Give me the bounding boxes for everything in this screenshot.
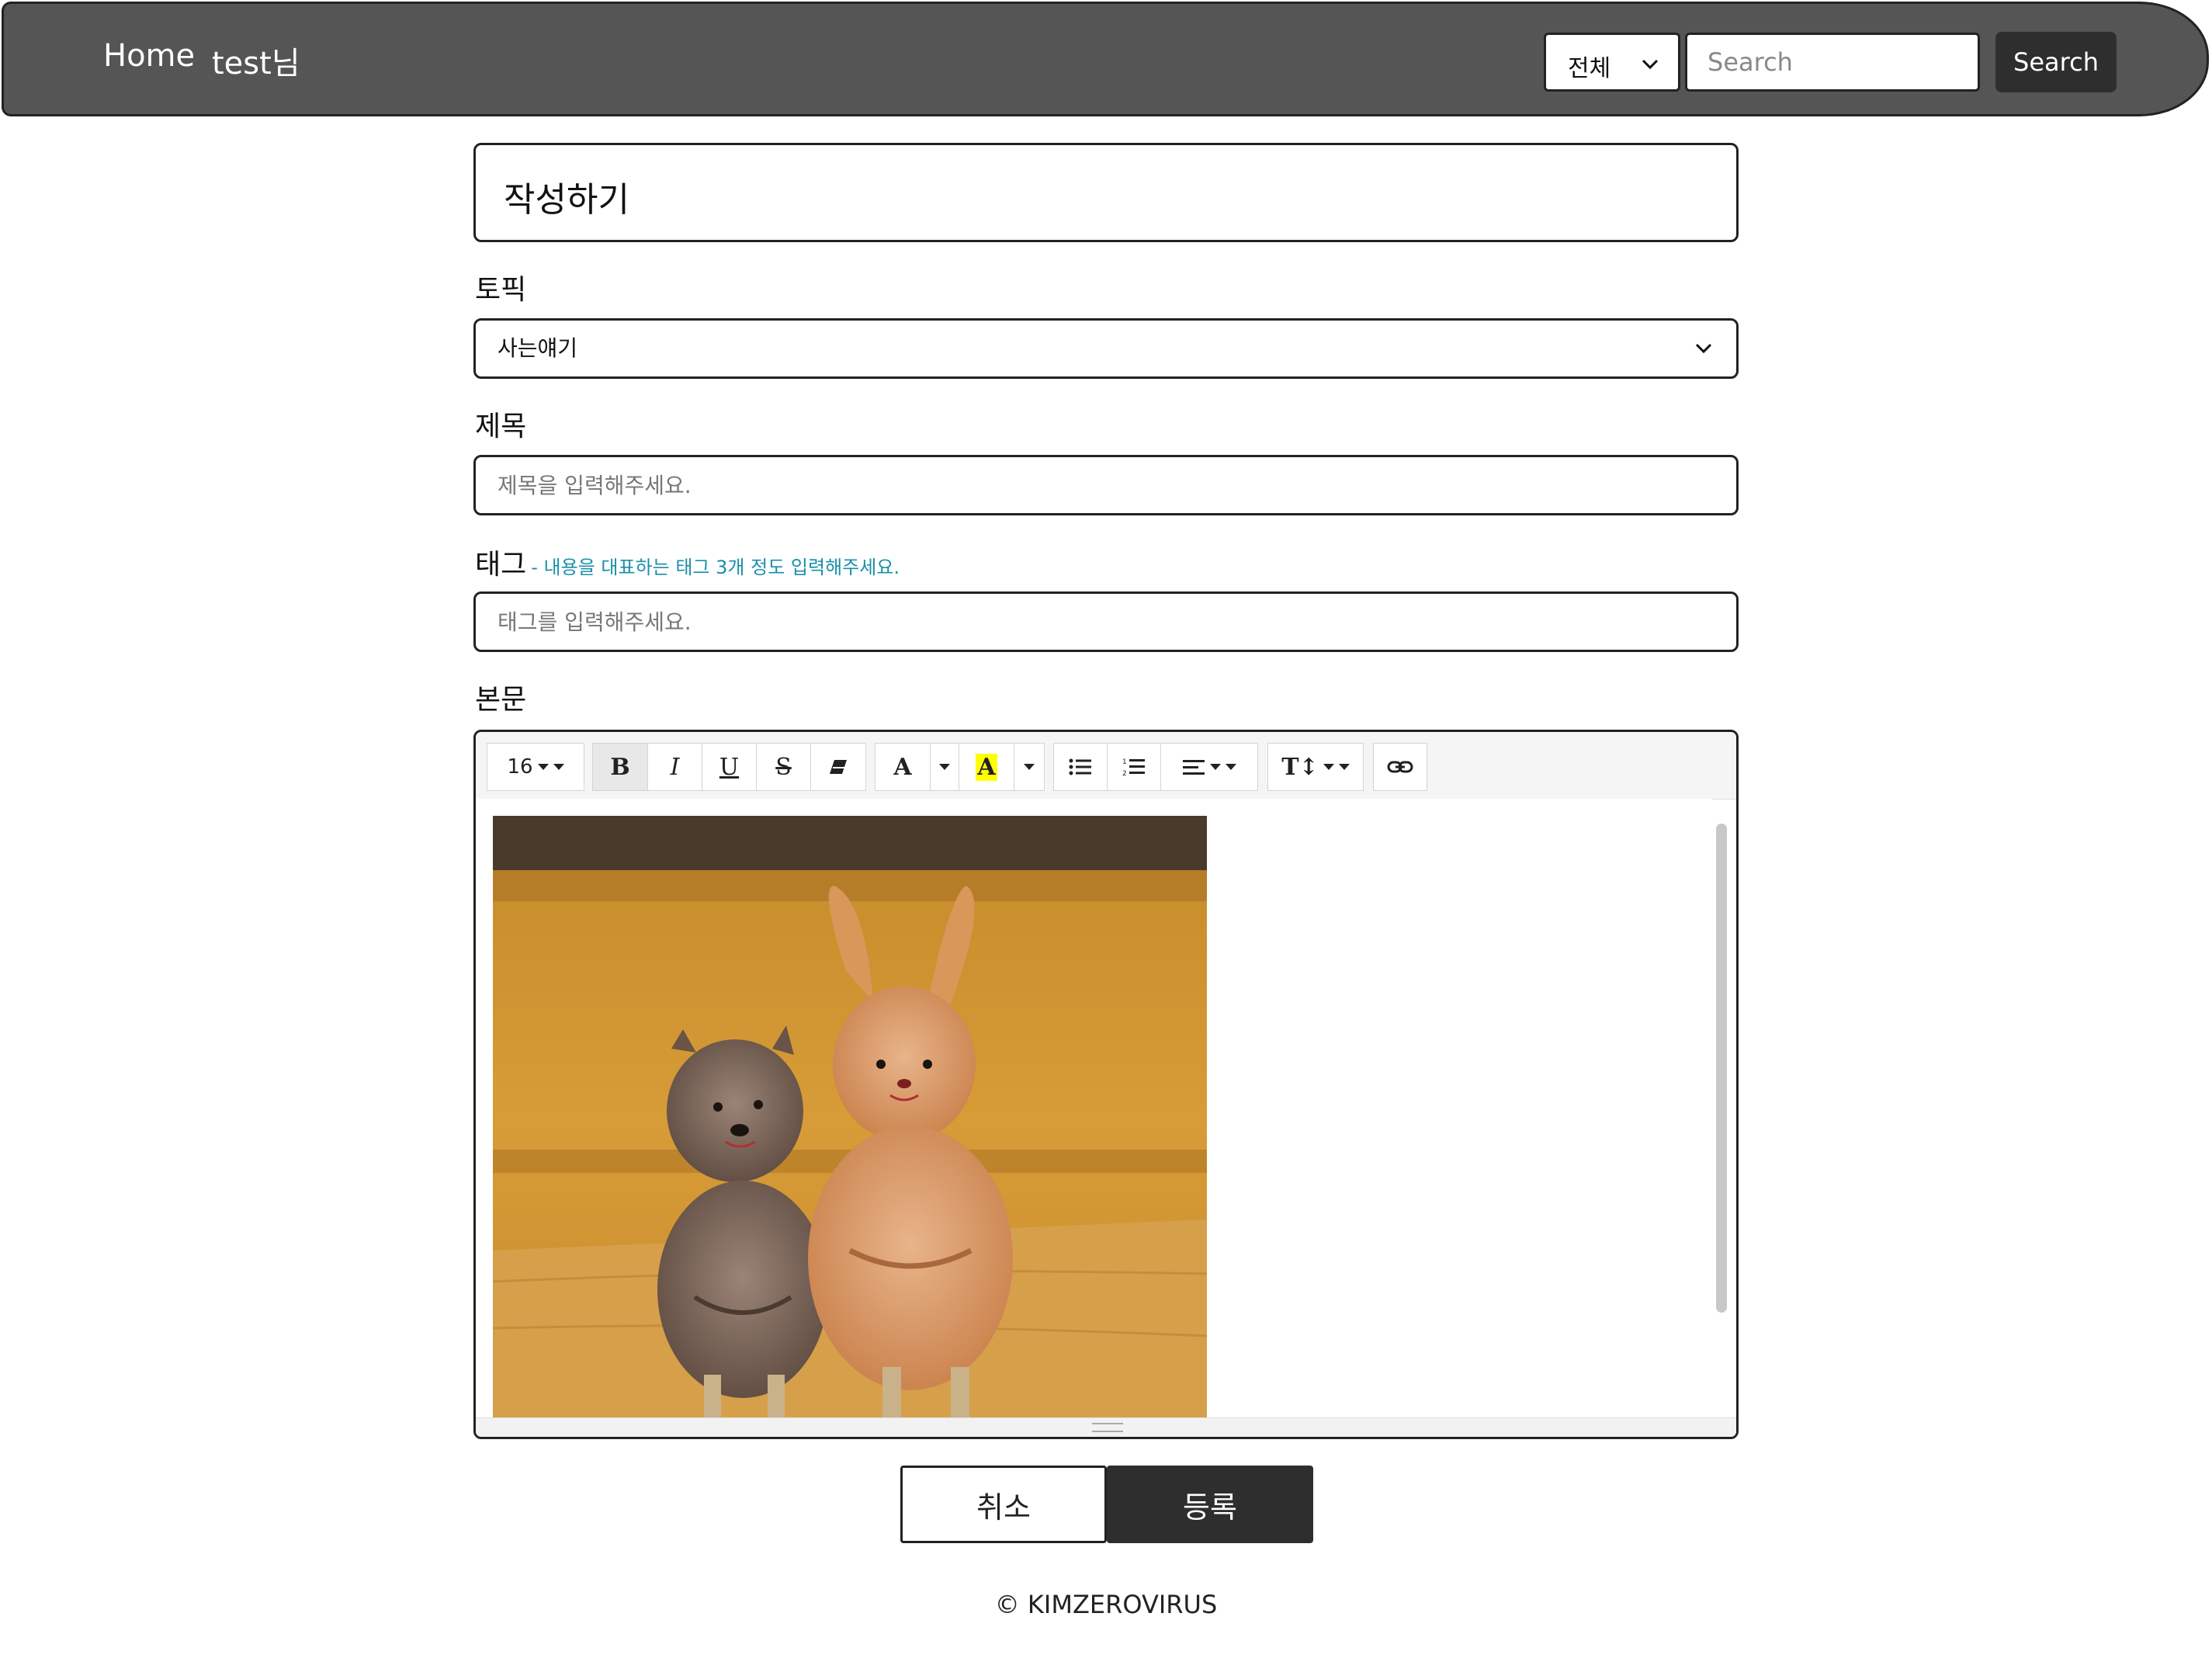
caret-icon [939,764,950,770]
footer-copyright: © KIMZEROVIRUS [994,1590,1218,1619]
cancel-button[interactable]: 취소 [900,1466,1107,1543]
title-input[interactable] [476,457,1736,513]
search-scope-select[interactable]: 전체 [1544,33,1680,92]
italic-button[interactable]: I [647,743,702,791]
highlight-color-button[interactable]: A [959,743,1014,791]
page-title-box: 작성하기 [473,143,1739,242]
tag-hint: - 내용을 대표하는 태그 3개 정도 입력해주세요. [531,557,900,578]
bold-button[interactable]: B [592,743,648,791]
font-color-dropdown[interactable] [930,743,959,791]
clear-format-button[interactable] [810,743,866,791]
underline-button[interactable]: U [702,743,757,791]
unordered-list-button[interactable] [1053,743,1108,791]
caret-icon [553,764,564,770]
strikethrough-button[interactable]: S [756,743,811,791]
nav-user-link[interactable]: test님 [212,38,300,83]
editor-content-area[interactable] [476,799,1711,1421]
caret-icon [537,764,549,770]
tag-field [473,591,1739,652]
line-height-icon: T↕ [1281,753,1319,781]
svg-text:1: 1 [1122,758,1127,766]
tag-label-row: 태그 - 내용을 대표하는 태그 3개 정도 입력해주세요. [475,542,900,582]
editor-toolbar: 16 B I U S A A 1 2 T↕ [476,732,1736,800]
topic-select-value: 사는얘기 [498,335,578,361]
align-icon [1183,760,1205,775]
caret-icon [1338,764,1350,770]
font-size-value: 16 [507,755,533,779]
search-input[interactable] [1685,33,1980,92]
svg-text:2: 2 [1122,770,1127,777]
resize-grip-icon [1092,1423,1123,1432]
body-label: 본문 [475,684,527,716]
submit-button[interactable]: 등록 [1107,1466,1313,1543]
search-scope-value: 전체 [1568,55,1611,82]
font-color-button[interactable]: A [875,743,931,791]
ordered-list-button[interactable]: 1 2 [1107,743,1161,791]
bold-icon: B [610,753,630,781]
paragraph-align-dropdown[interactable] [1160,743,1258,791]
tag-input[interactable] [476,594,1736,650]
page-title: 작성하기 [504,180,629,220]
eraser-icon [830,760,847,774]
search-button[interactable]: Search [1995,32,2117,92]
font-size-dropdown[interactable]: 16 [487,743,584,791]
ordered-list-icon: 1 2 [1122,758,1145,777]
topic-label: 토픽 [475,274,527,306]
editor-scrollbar[interactable] [1716,824,1727,1313]
topic-select[interactable]: 사는얘기 [473,318,1739,379]
insert-link-button[interactable] [1373,743,1427,791]
highlight-color-dropdown[interactable] [1014,743,1045,791]
title-field [473,455,1739,515]
caret-icon [1226,764,1236,770]
line-height-dropdown[interactable]: T↕ [1267,743,1364,791]
underline-icon: U [719,753,740,781]
figurines-photo-image [493,816,1207,1421]
navbar: Home test님 전체 Search [2,2,2209,116]
unordered-list-icon [1069,758,1091,775]
caret-icon [1210,764,1221,770]
chevron-down-icon [1695,343,1712,354]
rich-text-editor: 16 B I U S A A 1 2 T↕ [473,730,1739,1439]
strikethrough-icon: S [775,753,792,781]
font-color-icon: A [893,753,912,781]
highlight-color-icon: A [976,753,997,781]
tag-label: 태그 [475,549,527,581]
chevron-down-icon [1642,59,1659,70]
italic-icon: I [670,753,680,781]
caret-icon [1024,764,1035,770]
editor-resize-bar[interactable] [476,1417,1736,1437]
title-label: 제목 [475,411,527,442]
nav-home-link[interactable]: Home [103,38,195,74]
link-icon [1387,761,1413,773]
caret-icon [1323,764,1334,770]
inserted-photo [493,816,1207,1421]
